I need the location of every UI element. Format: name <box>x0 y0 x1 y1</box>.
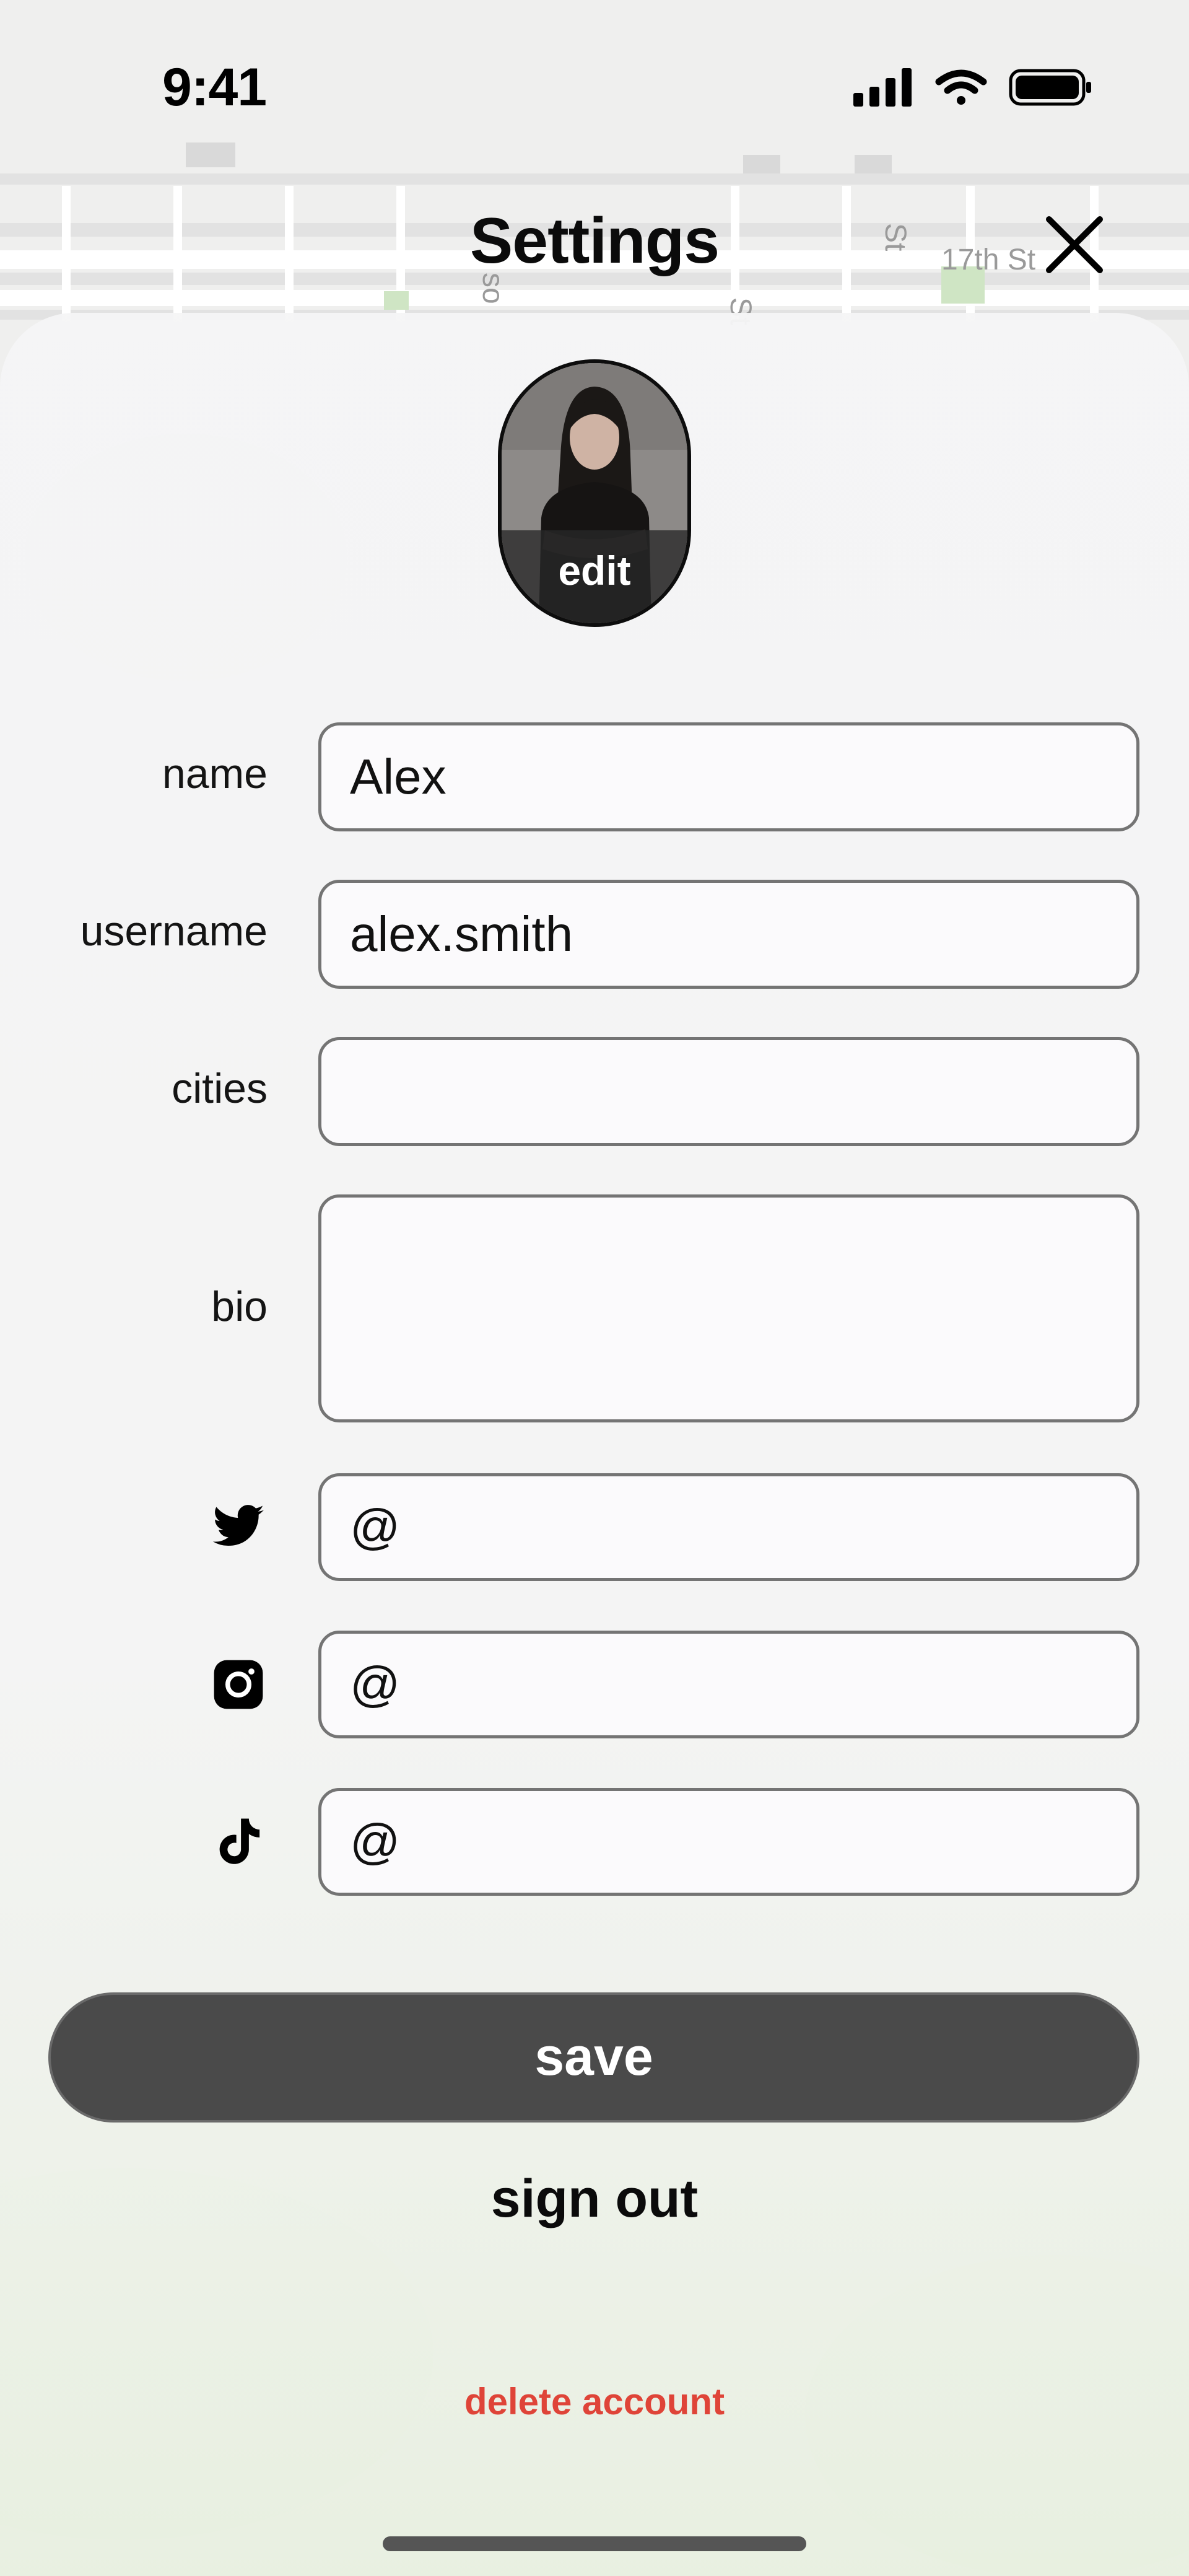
bio-field[interactable] <box>318 1194 1139 1422</box>
username-label: username <box>80 908 268 955</box>
instagram-field[interactable]: @ <box>318 1631 1139 1738</box>
cities-field[interactable] <box>318 1037 1139 1146</box>
wifi-icon <box>935 69 987 105</box>
tiktok-field-value: @ <box>350 1814 401 1869</box>
sign-out-button[interactable]: sign out <box>0 2168 1189 2230</box>
battery-icon <box>1009 69 1091 106</box>
avatar-edit-label[interactable]: edit <box>502 530 687 623</box>
cities-label: cities <box>172 1065 268 1112</box>
page-title: Settings <box>469 205 720 277</box>
home-indicator <box>383 2536 806 2551</box>
status-time: 9:41 <box>162 58 267 117</box>
name-label: name <box>162 750 268 797</box>
username-field[interactable]: alex.smith <box>318 880 1139 989</box>
save-button[interactable]: save <box>48 1992 1139 2123</box>
settings-sheet <box>0 313 1189 2576</box>
close-icon <box>1046 216 1103 273</box>
tiktok-icon <box>211 1814 266 1870</box>
twitter-field-value: @ <box>350 1499 401 1554</box>
username-field-value: alex.smith <box>350 906 573 962</box>
instagram-field-value: @ <box>350 1657 401 1712</box>
twitter-field[interactable]: @ <box>318 1473 1139 1581</box>
twitter-icon <box>211 1499 266 1555</box>
delete-account-button[interactable]: delete account <box>0 2380 1189 2423</box>
bio-label: bio <box>211 1283 268 1330</box>
status-icons <box>848 64 1096 108</box>
avatar[interactable]: edit <box>498 359 691 627</box>
tiktok-field[interactable]: @ <box>318 1788 1139 1896</box>
cellular-signal-icon <box>853 68 912 107</box>
close-button[interactable] <box>1040 211 1108 279</box>
name-field-value: Alex <box>350 749 446 804</box>
instagram-icon <box>211 1657 266 1712</box>
name-field[interactable]: Alex <box>318 722 1139 831</box>
